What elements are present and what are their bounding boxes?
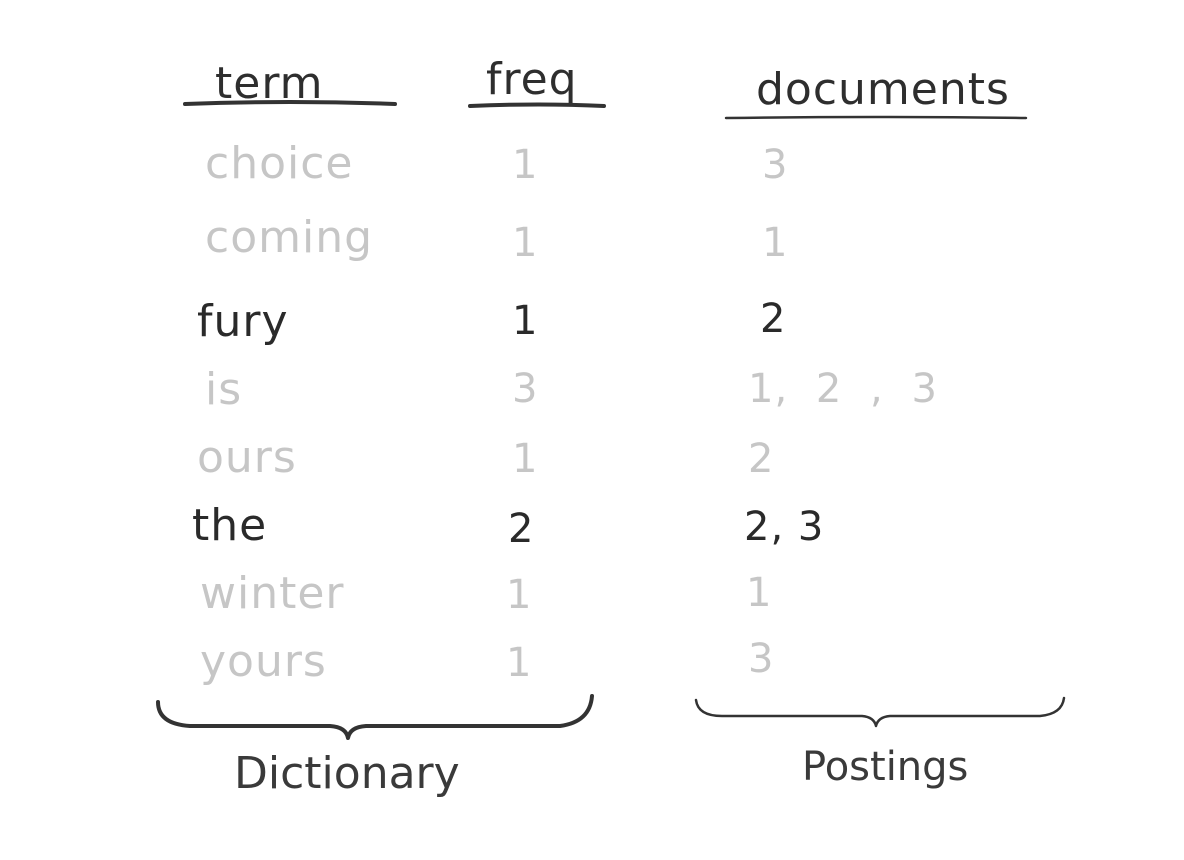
dictionary-brace: [156, 694, 594, 740]
term-frequency: 3: [512, 366, 539, 412]
inverted-index-diagram: term freq documents choice 1 3 coming 1 …: [0, 0, 1184, 860]
dictionary-term: the: [192, 500, 268, 551]
term-frequency: 1: [506, 572, 533, 618]
term-frequency: 2: [508, 506, 535, 552]
dictionary-term: fury: [197, 296, 289, 347]
dictionary-label: Dictionary: [234, 748, 460, 799]
posting-list: 1: [746, 570, 773, 616]
term-frequency: 1: [512, 220, 539, 266]
documents-header: documents: [756, 64, 1010, 115]
dictionary-term: yours: [200, 636, 327, 687]
postings-brace: [694, 696, 1066, 728]
posting-list: 1: [762, 220, 789, 266]
posting-list: 2: [760, 296, 787, 342]
posting-list: 1, 2 , 3: [748, 366, 938, 412]
posting-list: 3: [762, 142, 789, 188]
dictionary-term: choice: [205, 138, 354, 189]
dictionary-term: coming: [205, 212, 374, 263]
posting-list: 2: [748, 436, 775, 482]
term-frequency: 1: [512, 436, 539, 482]
term-frequency: 1: [512, 298, 539, 344]
documents-underline: [724, 115, 1028, 120]
dictionary-term: winter: [200, 568, 345, 619]
postings-label: Postings: [802, 744, 969, 790]
dictionary-term: is: [205, 364, 243, 415]
dictionary-term: ours: [197, 432, 297, 483]
term-header: term: [215, 58, 324, 109]
posting-list: 3: [748, 636, 775, 682]
posting-list: 2, 3: [744, 504, 825, 550]
diagram-strokes: [156, 100, 1066, 740]
freq-header: freq: [486, 54, 578, 105]
term-frequency: 1: [506, 640, 533, 686]
term-frequency: 1: [512, 142, 539, 188]
